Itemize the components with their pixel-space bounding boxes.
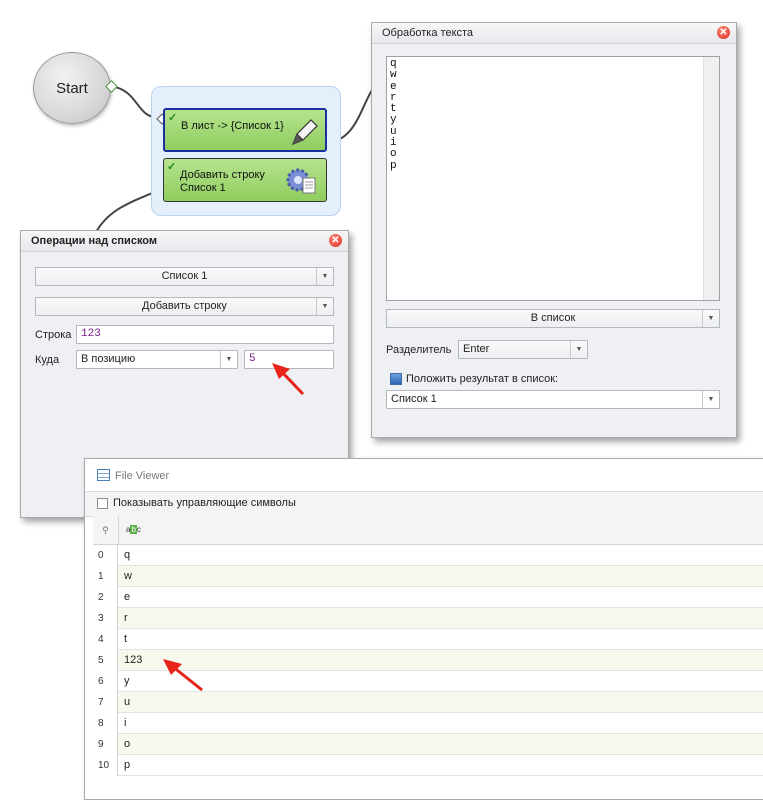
close-icon[interactable]: ✕ — [717, 26, 730, 39]
where-select-value: В позицию — [81, 353, 136, 365]
chevron-down-icon[interactable]: ▼ — [220, 351, 237, 368]
show-control-chars-checkbox[interactable] — [97, 498, 108, 509]
row-value: w — [124, 570, 132, 582]
row-value: o — [124, 738, 131, 750]
row-value: p — [124, 759, 131, 771]
text-input-area[interactable]: qwertyuiop — [386, 56, 720, 301]
action-block-to-list[interactable]: ✓ В лист -> {Список 1} — [163, 108, 327, 152]
enabled-check-icon: ✓ — [168, 112, 178, 124]
row-index: 9 — [93, 734, 118, 755]
list-select[interactable]: Список 1 ▼ — [35, 267, 334, 286]
table-row[interactable]: 2e — [93, 587, 763, 608]
table-row[interactable]: 7u — [93, 692, 763, 713]
operation-select-value: Добавить строку — [142, 300, 227, 312]
mode-select[interactable]: В список ▼ — [386, 309, 720, 328]
chevron-down-icon[interactable]: ▼ — [702, 310, 719, 327]
put-result-label: Положить результат в список: — [406, 373, 559, 385]
result-list-select[interactable]: Список 1 ▼ — [386, 390, 720, 409]
string-label: Строка — [35, 329, 72, 341]
enabled-check-icon: ✓ — [167, 161, 177, 173]
abc-type-icon: abc — [126, 525, 141, 534]
row-value: y — [124, 675, 130, 687]
dialog-title: Обработка текста — [372, 23, 736, 44]
file-viewer-toolbar: Показывать управляющие символы — [85, 492, 763, 517]
action-block-label: Добавить строку Список 1 — [180, 169, 265, 194]
table-row[interactable]: 1w — [93, 566, 763, 587]
mode-select-value: В список — [530, 312, 576, 324]
position-input[interactable]: 5 — [244, 350, 334, 369]
key-icon: ⚲ — [93, 516, 119, 544]
row-index: 10 — [93, 755, 118, 776]
table-row[interactable]: 10 p — [93, 755, 763, 776]
close-icon[interactable]: ✕ — [329, 234, 342, 247]
put-result-checkbox[interactable] — [390, 373, 402, 385]
separator-label: Разделитель — [386, 344, 452, 356]
text-line: w — [390, 69, 397, 82]
operation-select[interactable]: Добавить строку ▼ — [35, 297, 334, 316]
row-index: 8 — [93, 713, 118, 734]
where-label: Куда — [35, 354, 60, 366]
table-row[interactable]: 3r — [93, 608, 763, 629]
row-index: 6 — [93, 671, 118, 692]
where-select[interactable]: В позицию ▼ — [76, 350, 238, 369]
table-row[interactable]: 8i — [93, 713, 763, 734]
dialog-title: Операции над списком — [21, 231, 348, 252]
row-index: 5 — [93, 650, 118, 671]
chevron-down-icon[interactable]: ▼ — [702, 391, 719, 408]
row-index: 3 — [93, 608, 118, 629]
text-lines: qwertyuiop — [390, 58, 397, 172]
action-block-label: В лист -> {Список 1} — [181, 120, 284, 132]
row-value: t — [124, 633, 128, 645]
result-list-value: Список 1 — [391, 393, 437, 405]
separator-select[interactable]: Enter ▼ — [458, 340, 588, 359]
table-row[interactable]: 0q — [93, 545, 763, 566]
text-line: o — [390, 148, 397, 161]
start-label: Start — [56, 79, 88, 97]
row-value: i — [124, 717, 127, 729]
row-value: q — [124, 549, 131, 561]
row-value: e — [124, 591, 131, 603]
file-viewer-window: File Viewer Показывать управляющие симво… — [84, 458, 763, 800]
chevron-down-icon[interactable]: ▼ — [316, 268, 333, 285]
row-value: u — [124, 696, 131, 708]
file-viewer-title: File Viewer — [115, 470, 170, 482]
list-select-value: Список 1 — [161, 270, 208, 282]
row-index: 0 — [93, 545, 118, 566]
row-value: r — [124, 612, 128, 624]
row-value: 123 — [124, 654, 143, 666]
show-control-chars-label: Показывать управляющие символы — [113, 497, 296, 509]
start-node[interactable]: Start — [33, 52, 111, 124]
table-row[interactable]: 4t — [93, 629, 763, 650]
action-block-add-line[interactable]: ✓ Добавить строку Список 1 — [163, 158, 327, 202]
row-index: 1 — [93, 566, 118, 587]
separator-value: Enter — [463, 343, 490, 355]
row-index: 2 — [93, 587, 118, 608]
chevron-down-icon[interactable]: ▼ — [570, 341, 587, 358]
chevron-down-icon[interactable]: ▼ — [316, 298, 333, 315]
table-row[interactable]: 9o — [93, 734, 763, 755]
text-line: p — [390, 159, 397, 172]
grid-header: ⚲ abc — [93, 516, 763, 545]
table-row[interactable]: 5 123 — [93, 650, 763, 671]
gear-document-icon — [286, 168, 316, 194]
table-row[interactable]: 6y — [93, 671, 763, 692]
table-icon — [97, 469, 110, 481]
row-index: 7 — [93, 692, 118, 713]
row-index: 4 — [93, 629, 118, 650]
pen-icon — [291, 119, 318, 146]
vertical-scrollbar[interactable] — [703, 57, 719, 300]
string-input[interactable]: 123 — [76, 325, 334, 344]
file-viewer-titlebar: File Viewer — [85, 459, 763, 492]
